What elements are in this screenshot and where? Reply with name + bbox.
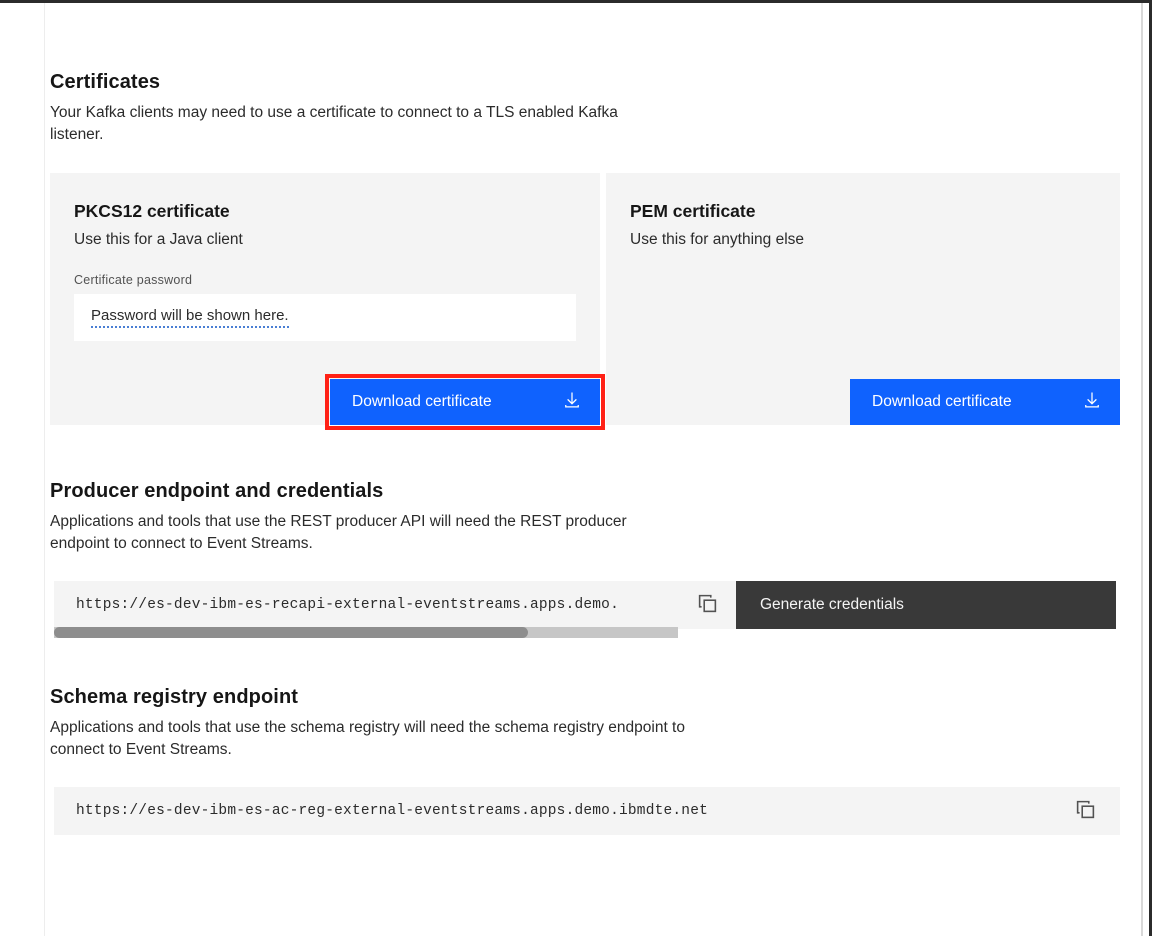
pkcs12-download-label: Download certificate [352,393,492,410]
pem-certificate-card: PEM certificate Use this for anything el… [606,173,1120,425]
schema-registry-heading: Schema registry endpoint [50,686,299,708]
schema-registry-endpoint-row: https://es-dev-ibm-es-ac-reg-external-ev… [54,787,1120,835]
schema-registry-endpoint-url: https://es-dev-ibm-es-ac-reg-external-ev… [76,803,709,819]
generate-credentials-button[interactable]: Generate credentials [736,581,1116,629]
download-icon [562,390,582,415]
producer-heading: Producer endpoint and credentials [50,480,384,502]
schema-registry-endpoint-field[interactable]: https://es-dev-ibm-es-ac-reg-external-ev… [54,787,1050,835]
certificate-cards: PKCS12 certificate Use this for a Java c… [50,173,1120,430]
producer-endpoint-scrollbar[interactable] [54,627,678,638]
producer-description: Applications and tools that use the REST… [50,513,627,553]
pkcs12-card-subtitle: Use this for a Java client [74,231,243,248]
download-icon [1082,390,1102,415]
producer-endpoint-url: https://es-dev-ibm-es-recapi-external-ev… [76,597,619,613]
certificate-password-label: Certificate password [74,273,193,287]
pem-download-certificate-button[interactable]: Download certificate [850,379,1120,425]
schema-registry-section: Schema registry endpoint Applications an… [50,686,1120,835]
content-left-rule [44,3,45,936]
producer-endpoint-field[interactable]: https://es-dev-ibm-es-recapi-external-ev… [54,581,678,629]
certificate-password-field[interactable]: Password will be shown here. [74,294,576,341]
pem-download-label: Download certificate [872,393,1012,410]
generate-credentials-label: Generate credentials [760,596,904,613]
page-scrollbar[interactable] [1141,3,1143,936]
schema-registry-copy-button[interactable] [1050,787,1120,835]
app-window: Certificates Your Kafka clients may need… [0,0,1152,936]
certificates-description: Your Kafka clients may need to use a cer… [50,104,618,144]
page-content: Certificates Your Kafka clients may need… [50,3,1120,936]
pkcs12-certificate-card: PKCS12 certificate Use this for a Java c… [50,173,605,430]
producer-endpoint-section: Producer endpoint and credentials Applic… [50,480,1116,638]
copy-icon [1075,799,1096,823]
pkcs12-card-title: PKCS12 certificate [74,201,230,221]
producer-copy-button[interactable] [678,581,736,629]
pem-card-title: PEM certificate [630,201,756,221]
certificates-heading: Certificates [50,71,161,93]
producer-endpoint-row: https://es-dev-ibm-es-recapi-external-ev… [54,581,1116,629]
certificates-section: Certificates Your Kafka clients may need… [50,71,1120,430]
copy-icon [697,593,718,617]
pem-card-subtitle: Use this for anything else [630,231,805,248]
producer-url-fade [632,581,678,629]
certificate-password-value: Password will be shown here. [91,307,289,328]
scrollbar-thumb[interactable] [54,627,529,638]
schema-registry-description: Applications and tools that use the sche… [50,719,685,759]
pkcs12-download-certificate-button[interactable]: Download certificate [330,379,600,425]
